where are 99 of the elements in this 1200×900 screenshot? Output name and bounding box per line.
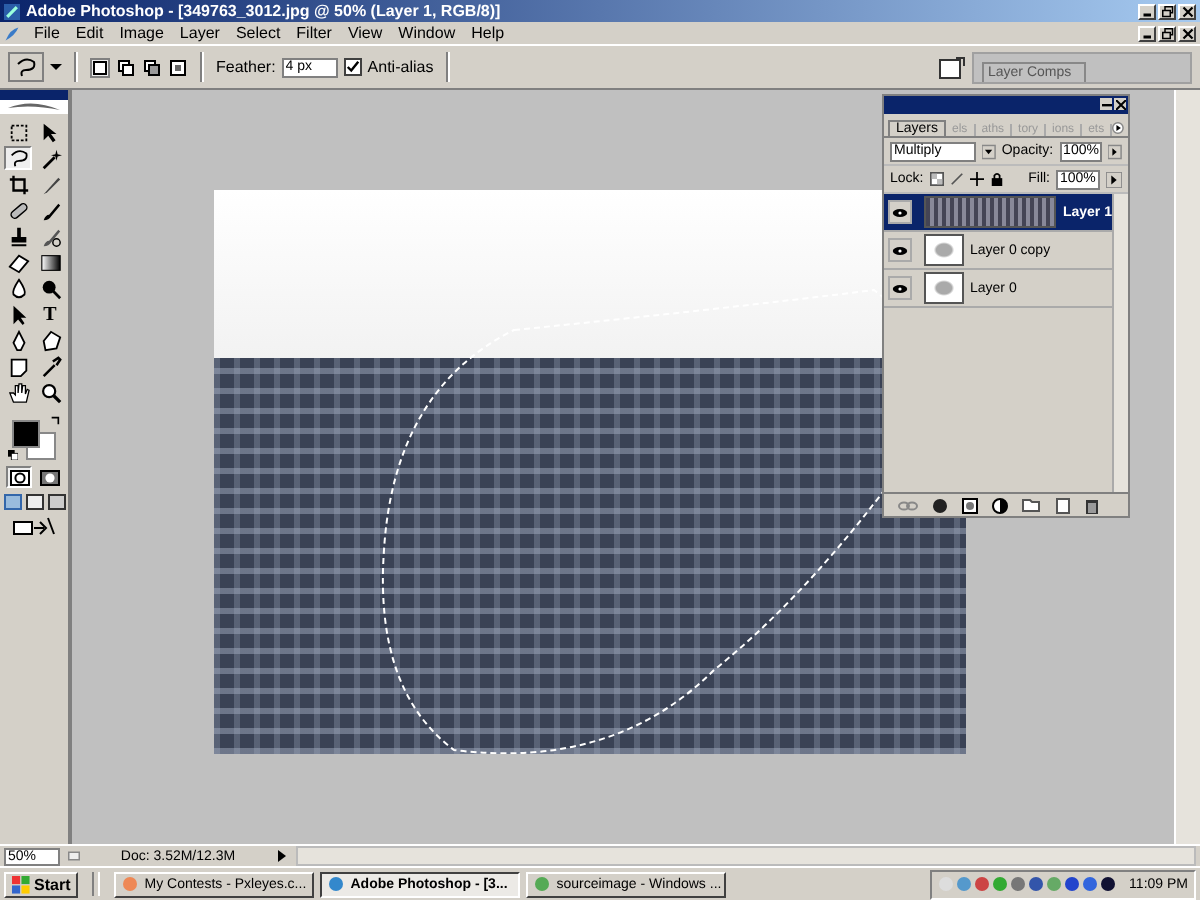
subtract-selection-button[interactable] — [142, 57, 162, 77]
standard-mode-button[interactable] — [6, 466, 32, 488]
menu-item[interactable]: View — [339, 24, 391, 42]
status-menu-arrow-icon[interactable] — [276, 850, 288, 862]
default-colors-icon[interactable] — [8, 450, 18, 460]
visibility-toggle[interactable] — [888, 276, 912, 300]
menu-item[interactable]: Layer — [171, 24, 228, 42]
app-icon — [534, 876, 551, 892]
gradient-icon — [39, 251, 61, 273]
status-icon — [68, 850, 80, 862]
wand-icon — [39, 147, 61, 169]
toolbox-logo — [0, 90, 68, 114]
restore-button[interactable] — [1158, 3, 1176, 19]
zoom-icon — [39, 381, 61, 403]
marquee-icon — [7, 121, 29, 143]
close-button[interactable] — [1178, 3, 1196, 19]
crop-tool-button[interactable] — [4, 172, 32, 196]
lock-icon[interactable] — [989, 172, 1004, 186]
flag-icon — [12, 875, 30, 893]
shape-icon — [39, 329, 61, 351]
feather-label: Feather: — [216, 58, 276, 76]
restore-button[interactable] — [1158, 25, 1176, 41]
anti-alias-label: Anti-alias — [367, 58, 434, 76]
menu-item[interactable]: File — [26, 24, 68, 42]
lasso-icon — [7, 147, 29, 169]
close-button[interactable] — [1114, 98, 1126, 110]
intersect-selection-button[interactable] — [168, 57, 188, 77]
jump-to-imageready-icon[interactable] — [12, 516, 56, 536]
layers-scrollbar[interactable] — [1112, 194, 1128, 492]
type-tool-button[interactable]: T — [36, 302, 64, 326]
gradient-tool-button[interactable] — [36, 250, 64, 274]
window-title: Adobe Photoshop - [349763_3012.jpg @ 50% (Layer 1, RGB/8)] — [26, 2, 501, 20]
panel-menu-icon[interactable] — [1112, 120, 1124, 136]
layer-thumbnail — [924, 272, 964, 304]
horizontal-scrollbar[interactable] — [296, 846, 1196, 866]
feather-icon — [4, 25, 20, 41]
close-icon — [1115, 99, 1125, 109]
dodge-icon — [39, 277, 61, 299]
dropdown-arrow-icon[interactable] — [50, 63, 62, 71]
crop-icon — [7, 173, 29, 195]
app-icon — [328, 876, 345, 892]
circle-icon — [39, 469, 59, 485]
minimize-button[interactable] — [1138, 3, 1156, 19]
square-icon — [92, 59, 108, 75]
eraser-icon — [7, 251, 29, 273]
menu-item[interactable]: Image — [111, 24, 172, 42]
tool-preset-button[interactable] — [8, 52, 44, 82]
new-selection-button[interactable] — [90, 57, 110, 77]
minimize-icon — [1101, 99, 1111, 109]
app-icon — [122, 876, 139, 892]
color-swatches-icon[interactable] — [12, 420, 56, 460]
mask-icon[interactable] — [961, 497, 978, 513]
file-browser-icon[interactable] — [938, 55, 966, 79]
lasso-tool-button[interactable] — [4, 146, 32, 170]
hand-icon — [7, 381, 29, 403]
close-button[interactable] — [1178, 25, 1196, 41]
close-icon — [1181, 5, 1193, 17]
circle-icon — [9, 469, 29, 485]
hand-tool-button[interactable] — [4, 380, 32, 404]
app-icon — [4, 3, 20, 19]
anti-alias-checkbox[interactable] — [343, 58, 362, 76]
close-icon — [1181, 27, 1193, 39]
slider-arrow-icon[interactable] — [1108, 143, 1122, 159]
visibility-toggle[interactable] — [888, 200, 912, 224]
menu-item[interactable]: Filter — [288, 24, 340, 42]
layer-thumbnail — [924, 234, 964, 266]
slider-arrow-icon[interactable] — [1106, 171, 1122, 187]
vertical-scrollbar[interactable] — [1174, 90, 1200, 844]
lasso-icon — [12, 55, 40, 79]
stamp-icon — [7, 225, 29, 247]
layer-thumbnail — [924, 196, 1057, 228]
add-selection-button[interactable] — [116, 57, 136, 77]
eye-icon — [892, 245, 908, 255]
menu-item[interactable]: Help — [463, 24, 513, 42]
minimize-button[interactable] — [1138, 25, 1156, 41]
folder-icon[interactable] — [1022, 498, 1041, 512]
lock-transparency-icon[interactable] — [929, 172, 944, 186]
visibility-toggle[interactable] — [888, 238, 912, 262]
pen-icon — [7, 329, 29, 351]
dropdown-arrow-icon[interactable] — [982, 143, 996, 159]
minimize-button[interactable] — [1100, 98, 1112, 110]
check-icon — [345, 60, 360, 74]
new-layer-icon[interactable] — [1054, 497, 1071, 513]
quick-mask-button[interactable] — [36, 466, 62, 488]
trash-icon[interactable] — [1084, 497, 1101, 513]
eye-icon — [892, 207, 908, 217]
layer-style-icon[interactable] — [931, 497, 948, 513]
arrow-icon — [39, 121, 61, 143]
start-button[interactable]: Start — [4, 871, 79, 897]
note-icon — [7, 355, 29, 377]
eyedropper-icon — [39, 355, 61, 377]
move-icon[interactable] — [969, 172, 984, 186]
adjustment-icon[interactable] — [991, 497, 1008, 513]
menu-item[interactable]: Select — [227, 24, 289, 42]
eye-icon — [892, 283, 908, 293]
menu-item[interactable]: Window — [390, 24, 464, 42]
zoom-tool-button[interactable] — [36, 380, 64, 404]
drop-icon — [7, 277, 29, 299]
menu-item[interactable]: Edit — [67, 24, 112, 42]
